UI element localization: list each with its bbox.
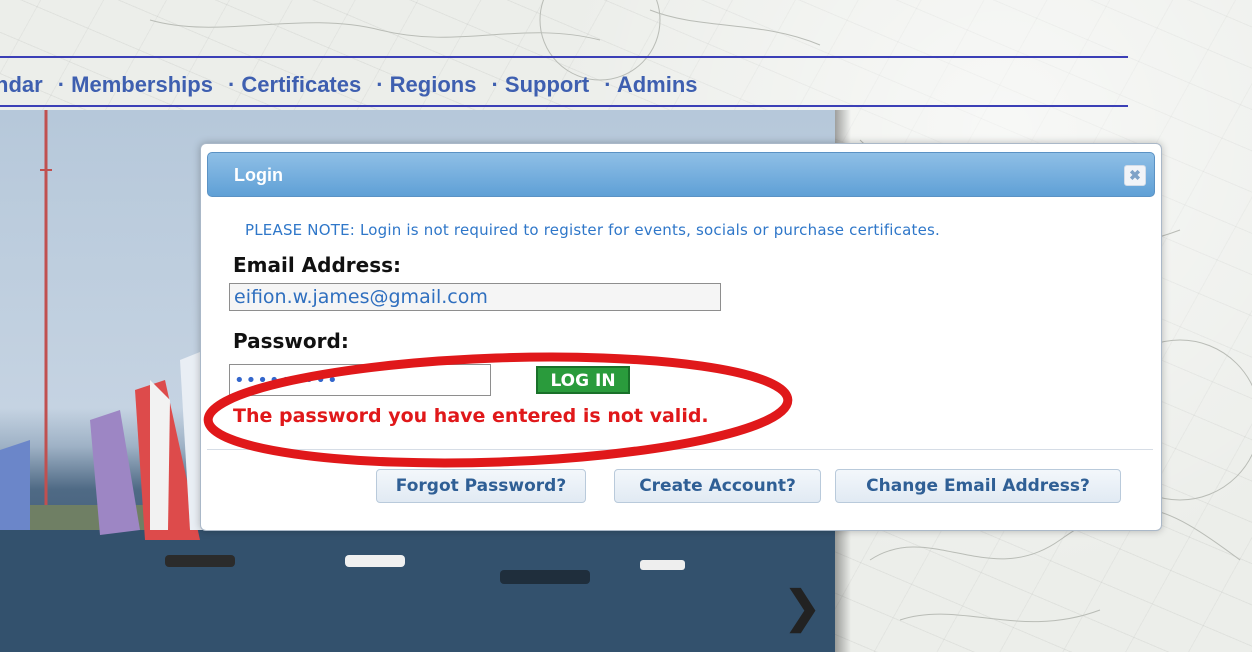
nav-item-calendar[interactable]: ndar bbox=[0, 72, 43, 98]
login-button[interactable]: LOG IN bbox=[536, 366, 630, 394]
close-icon[interactable]: ✖ bbox=[1124, 165, 1146, 186]
create-account-button[interactable]: Create Account? bbox=[614, 469, 821, 503]
error-message: The password you have entered is not val… bbox=[233, 405, 709, 427]
password-field[interactable]: ••••••••• bbox=[229, 364, 491, 396]
nav-item-admins[interactable]: · Admins bbox=[604, 72, 697, 98]
nav-top-rule bbox=[0, 56, 1128, 58]
dialog-title: Login bbox=[234, 165, 283, 185]
nav-item-memberships[interactable]: · Memberships bbox=[58, 72, 213, 98]
password-label: Password: bbox=[233, 329, 349, 353]
login-note: PLEASE NOTE: Login is not required to re… bbox=[245, 221, 940, 239]
login-dialog: Login ✖ PLEASE NOTE: Login is not requir… bbox=[200, 143, 1162, 531]
email-field[interactable]: eifion.w.james@gmail.com bbox=[229, 283, 721, 311]
nav-item-certificates[interactable]: · Certificates bbox=[228, 72, 361, 98]
main-nav: ndar · Memberships · Certificates · Regi… bbox=[0, 70, 1128, 100]
change-email-button[interactable]: Change Email Address? bbox=[835, 469, 1121, 503]
nav-bottom-rule bbox=[0, 105, 1128, 107]
email-label: Email Address: bbox=[233, 253, 402, 277]
dialog-divider bbox=[207, 449, 1153, 450]
forgot-password-button[interactable]: Forgot Password? bbox=[376, 469, 586, 503]
nav-item-support[interactable]: · Support bbox=[491, 72, 589, 98]
dialog-header: Login ✖ bbox=[207, 152, 1155, 197]
chevron-right-icon[interactable]: ❯ bbox=[784, 586, 821, 630]
nav-item-regions[interactable]: · Regions bbox=[376, 72, 476, 98]
